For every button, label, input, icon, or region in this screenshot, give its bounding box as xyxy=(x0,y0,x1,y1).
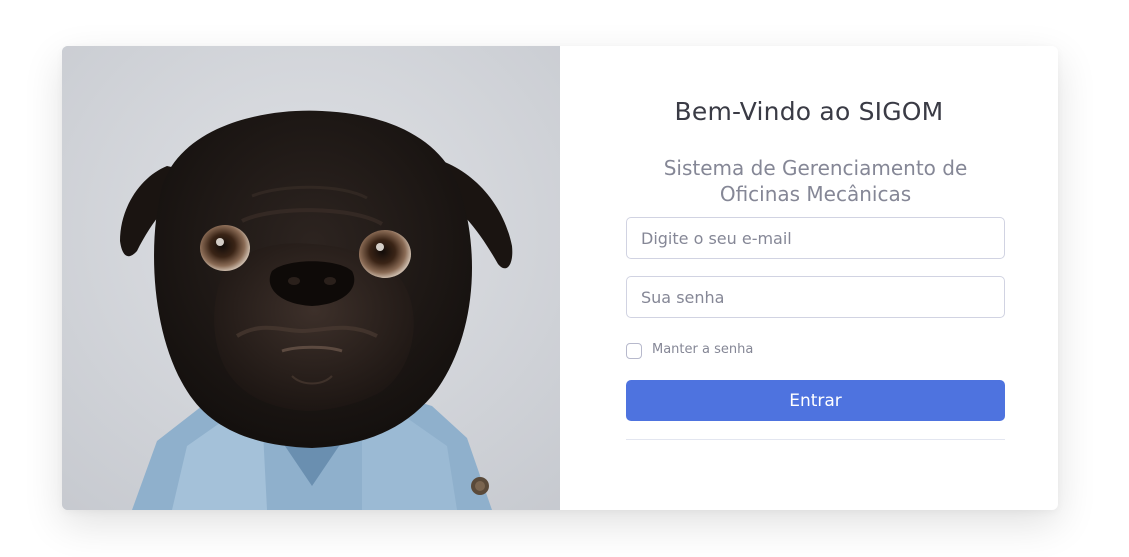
email-input[interactable] xyxy=(626,217,1005,259)
remember-checkbox[interactable] xyxy=(626,343,642,359)
login-card: Bem-Vindo ao SIGOM Sistema de Gerenciame… xyxy=(62,46,1058,510)
login-button[interactable]: Entrar xyxy=(626,380,1005,421)
page-title: Bem-Vindo ao SIGOM xyxy=(674,97,944,126)
form-divider xyxy=(626,439,1005,440)
remember-row: Manter a senha xyxy=(626,339,753,359)
pug-illustration xyxy=(62,46,560,510)
page-subtitle: Sistema de Gerenciamento de Oficinas Mec… xyxy=(663,156,968,206)
remember-label[interactable]: Manter a senha xyxy=(652,342,753,357)
password-input[interactable] xyxy=(626,276,1005,318)
pug-photo xyxy=(62,46,560,510)
login-form-panel: Bem-Vindo ao SIGOM Sistema de Gerenciame… xyxy=(560,46,1058,510)
